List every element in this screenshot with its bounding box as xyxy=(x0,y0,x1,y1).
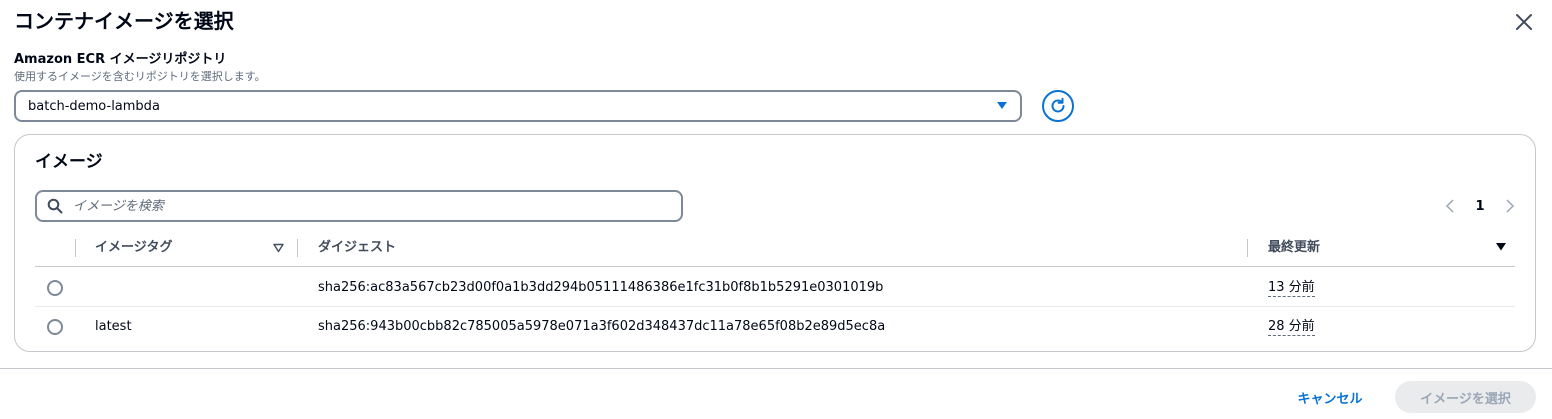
sort-descending-icon[interactable] xyxy=(1495,242,1507,252)
row-select-radio[interactable] xyxy=(47,280,63,296)
repository-label: Amazon ECR イメージリポジトリ xyxy=(14,52,227,67)
column-divider xyxy=(1247,239,1248,257)
refresh-button[interactable] xyxy=(1042,90,1074,122)
select-image-button[interactable]: イメージを選択 xyxy=(1395,381,1536,413)
digest-cell: sha256:ac83a567cb23d00f0a1b3dd294b051114… xyxy=(318,280,884,295)
digest-cell: sha256:943b00cbb82c785005a5978e071a3f602… xyxy=(318,319,886,334)
last-updated-cell[interactable]: 13 分前 xyxy=(1268,280,1315,297)
images-title: イメージ xyxy=(35,152,103,172)
row-select-radio[interactable] xyxy=(47,319,63,335)
repository-select[interactable]: batch-demo-lambda xyxy=(14,90,1022,122)
footer-divider xyxy=(0,368,1552,369)
close-button[interactable] xyxy=(1510,8,1538,36)
select-container-image-modal: コンテナイメージを選択 Amazon ECR イメージリポジトリ 使用するイメー… xyxy=(0,0,1552,419)
chevron-right-icon xyxy=(1506,199,1515,213)
image-tag-cell: latest xyxy=(95,319,132,334)
images-container: イメージ 1 イメージタグ xyxy=(14,134,1536,352)
column-divider xyxy=(297,239,298,257)
image-search xyxy=(35,190,683,222)
cancel-button[interactable]: キャンセル xyxy=(1282,382,1378,412)
search-icon xyxy=(47,198,63,214)
column-header-digest: ダイジェスト xyxy=(318,240,397,255)
chevron-left-icon xyxy=(1445,199,1454,213)
image-search-input[interactable] xyxy=(73,197,663,215)
column-divider xyxy=(75,239,76,257)
column-header-image-tag: イメージタグ xyxy=(95,240,173,255)
table-header: イメージタグ ダイジェスト 最終更新 xyxy=(35,231,1515,267)
repository-select-value: batch-demo-lambda xyxy=(28,99,160,114)
pagination: 1 xyxy=(1440,193,1520,219)
sort-icon[interactable] xyxy=(273,243,284,253)
previous-page-button[interactable] xyxy=(1440,195,1460,217)
caret-down-icon xyxy=(997,102,1007,109)
close-icon xyxy=(1516,14,1532,30)
last-updated-cell[interactable]: 28 分前 xyxy=(1268,319,1315,336)
table-row[interactable]: sha256:ac83a567cb23d00f0a1b3dd294b051114… xyxy=(35,268,1515,307)
column-header-last-updated: 最終更新 xyxy=(1268,240,1321,255)
table-row[interactable]: latest sha256:943b00cbb82c785005a5978e07… xyxy=(35,307,1515,346)
next-page-button[interactable] xyxy=(1500,195,1520,217)
repository-description: 使用するイメージを含むリポジトリを選択します。 xyxy=(14,70,266,83)
modal-title: コンテナイメージを選択 xyxy=(14,9,234,33)
page-number[interactable]: 1 xyxy=(1475,199,1484,214)
refresh-icon xyxy=(1051,97,1065,113)
